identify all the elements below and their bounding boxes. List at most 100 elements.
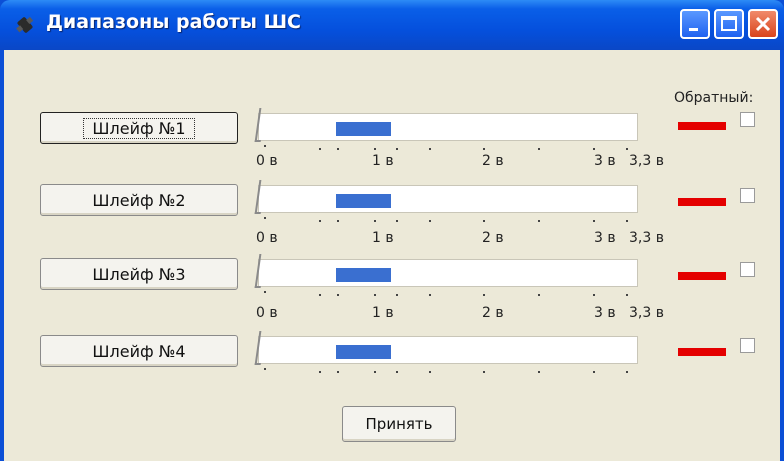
scale-label-0: 0 в — [256, 153, 278, 169]
tick-mark — [483, 371, 486, 373]
scale-label-3: 3 в — [594, 305, 616, 321]
scale-label-4: 3,3 в — [629, 230, 664, 246]
minimize-icon — [689, 28, 698, 31]
slider-ticks — [258, 217, 638, 227]
scale-label-4: 3,3 в — [629, 153, 664, 169]
reverse-color-indicator-2 — [678, 198, 726, 206]
tick-mark — [264, 145, 266, 147]
tick-mark — [318, 371, 321, 373]
loop-button-4[interactable]: Шлейф №4 — [40, 335, 238, 367]
tick-mark — [428, 148, 431, 150]
scale-label-1: 1 в — [372, 153, 394, 169]
tick-mark — [593, 294, 596, 296]
loop-button-2[interactable]: Шлейф №2 — [40, 184, 238, 216]
reverse-checkbox-4[interactable] — [740, 338, 755, 353]
accept-button[interactable]: Принять — [342, 406, 456, 442]
selected-range[interactable] — [336, 345, 392, 359]
reverse-checkbox-2[interactable] — [740, 188, 755, 203]
scale-label-1: 1 в — [372, 305, 394, 321]
tick-mark — [428, 220, 431, 222]
slider-ticks — [258, 291, 638, 301]
tick-mark — [373, 220, 376, 222]
loop-button-label: Шлейф №2 — [92, 190, 186, 210]
slider-thumb[interactable] — [254, 331, 266, 365]
scale-label-0: 0 в — [256, 305, 278, 321]
tick-mark — [318, 220, 321, 222]
reverse-checkbox-3[interactable] — [740, 262, 755, 277]
tick-mark — [373, 371, 376, 373]
scale-label-2: 2 в — [482, 230, 504, 246]
minimize-button[interactable] — [680, 9, 710, 39]
tick-mark — [538, 371, 541, 373]
tick-mark — [395, 148, 398, 150]
loop-button-3[interactable]: Шлейф №3 — [40, 258, 238, 290]
loop-button-label: Шлейф №1 — [83, 117, 195, 139]
loop-button-1[interactable]: Шлейф №1 — [40, 112, 238, 144]
dialog-client-area: Обратный: Шлейф №1 0 в 1 в 2 в 3 в 3,3 в… — [4, 50, 780, 461]
tick-mark — [428, 294, 431, 296]
tick-mark — [626, 148, 628, 150]
range-slider-3[interactable] — [254, 254, 638, 288]
reverse-column-header: Обратный: — [674, 90, 754, 106]
satellite-app-icon — [16, 16, 34, 33]
scale-label-3: 3 в — [594, 230, 616, 246]
close-button[interactable] — [748, 9, 778, 39]
tick-mark — [395, 371, 398, 373]
range-slider-4[interactable] — [254, 331, 638, 365]
reverse-color-indicator-3 — [678, 272, 726, 280]
tick-mark — [318, 294, 321, 296]
tick-mark — [318, 148, 321, 150]
range-slider-1[interactable] — [254, 108, 638, 142]
scale-label-0: 0 в — [256, 230, 278, 246]
tick-mark — [593, 148, 596, 150]
selected-range[interactable] — [336, 268, 392, 282]
tick-mark — [264, 217, 266, 219]
scale-label-4: 3,3 в — [629, 305, 664, 321]
scale-label-2: 2 в — [482, 305, 504, 321]
selected-range[interactable] — [336, 194, 392, 208]
reverse-color-indicator-1 — [678, 122, 726, 130]
slider-ticks — [258, 145, 638, 155]
title-bar[interactable]: Диапазоны работы ШС — [0, 0, 784, 50]
slider-thumb[interactable] — [254, 108, 266, 142]
tick-mark — [593, 220, 596, 222]
window-title: Диапазоны работы ШС — [46, 11, 301, 33]
tick-mark — [538, 148, 541, 150]
slider-thumb[interactable] — [254, 180, 266, 214]
loop-button-label: Шлейф №3 — [92, 264, 186, 284]
scale-label-2: 2 в — [482, 153, 504, 169]
tick-mark — [337, 371, 340, 373]
tick-mark — [373, 148, 376, 150]
tick-mark — [337, 148, 340, 150]
scale-label-1: 1 в — [372, 230, 394, 246]
slider-thumb[interactable] — [254, 254, 266, 288]
tick-mark — [428, 371, 431, 373]
tick-mark — [483, 294, 486, 296]
scale-label-3: 3 в — [594, 153, 616, 169]
tick-mark — [264, 291, 266, 293]
range-slider-2[interactable] — [254, 180, 638, 214]
tick-mark — [395, 220, 398, 222]
tick-mark — [626, 371, 628, 373]
maximize-button[interactable] — [714, 9, 744, 39]
tick-mark — [337, 294, 340, 296]
close-icon — [755, 16, 771, 32]
tick-mark — [395, 294, 398, 296]
tick-mark — [538, 220, 541, 222]
tick-mark — [626, 294, 628, 296]
slider-ticks — [258, 368, 638, 378]
tick-mark — [483, 220, 486, 222]
dialog-window: Диапазоны работы ШС Обратный: Шлейф №1 0… — [0, 0, 784, 461]
tick-mark — [264, 368, 266, 370]
reverse-color-indicator-4 — [678, 348, 726, 356]
tick-mark — [337, 220, 340, 222]
maximize-icon — [721, 16, 737, 31]
loop-button-label: Шлейф №4 — [92, 341, 186, 361]
tick-mark — [483, 148, 486, 150]
selected-range[interactable] — [336, 122, 392, 136]
reverse-checkbox-1[interactable] — [740, 112, 755, 127]
tick-mark — [373, 294, 376, 296]
tick-mark — [538, 294, 541, 296]
tick-mark — [593, 371, 596, 373]
tick-mark — [626, 220, 628, 222]
